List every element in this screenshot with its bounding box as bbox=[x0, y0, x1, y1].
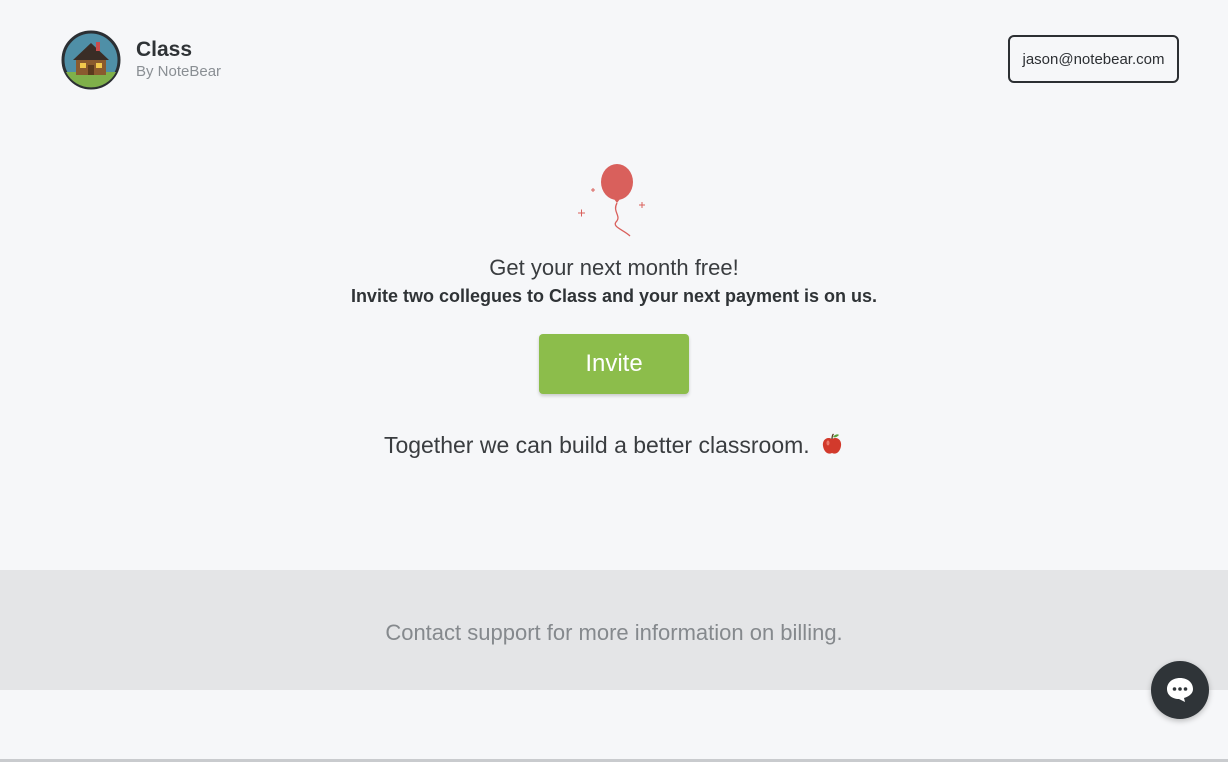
balloon-icon bbox=[578, 164, 645, 237]
invite-button[interactable]: Invite bbox=[539, 334, 689, 394]
account-email-button[interactable]: jason@notebear.com bbox=[1008, 35, 1179, 83]
tagline: Together we can build a better classroom… bbox=[0, 432, 1228, 459]
apple-icon bbox=[822, 433, 842, 454]
promo-subline: Invite two collegues to Class and your n… bbox=[350, 286, 878, 306]
brand-title: Class bbox=[136, 38, 193, 61]
tagline-text: Together we can build a better classroom… bbox=[383, 432, 810, 458]
footer-band: Contact support for more information on … bbox=[0, 570, 1228, 690]
chat-button[interactable] bbox=[1151, 661, 1209, 719]
support-text: Contact support for more information on … bbox=[385, 620, 843, 645]
header: Class By NoteBear jason@notebear.com bbox=[0, 0, 1228, 120]
house-logo-icon[interactable] bbox=[61, 30, 121, 90]
brand-subtitle: By NoteBear bbox=[136, 63, 222, 80]
promo-headline: Get your next month free! bbox=[489, 255, 739, 280]
chat-bubble-icon bbox=[1167, 678, 1193, 702]
